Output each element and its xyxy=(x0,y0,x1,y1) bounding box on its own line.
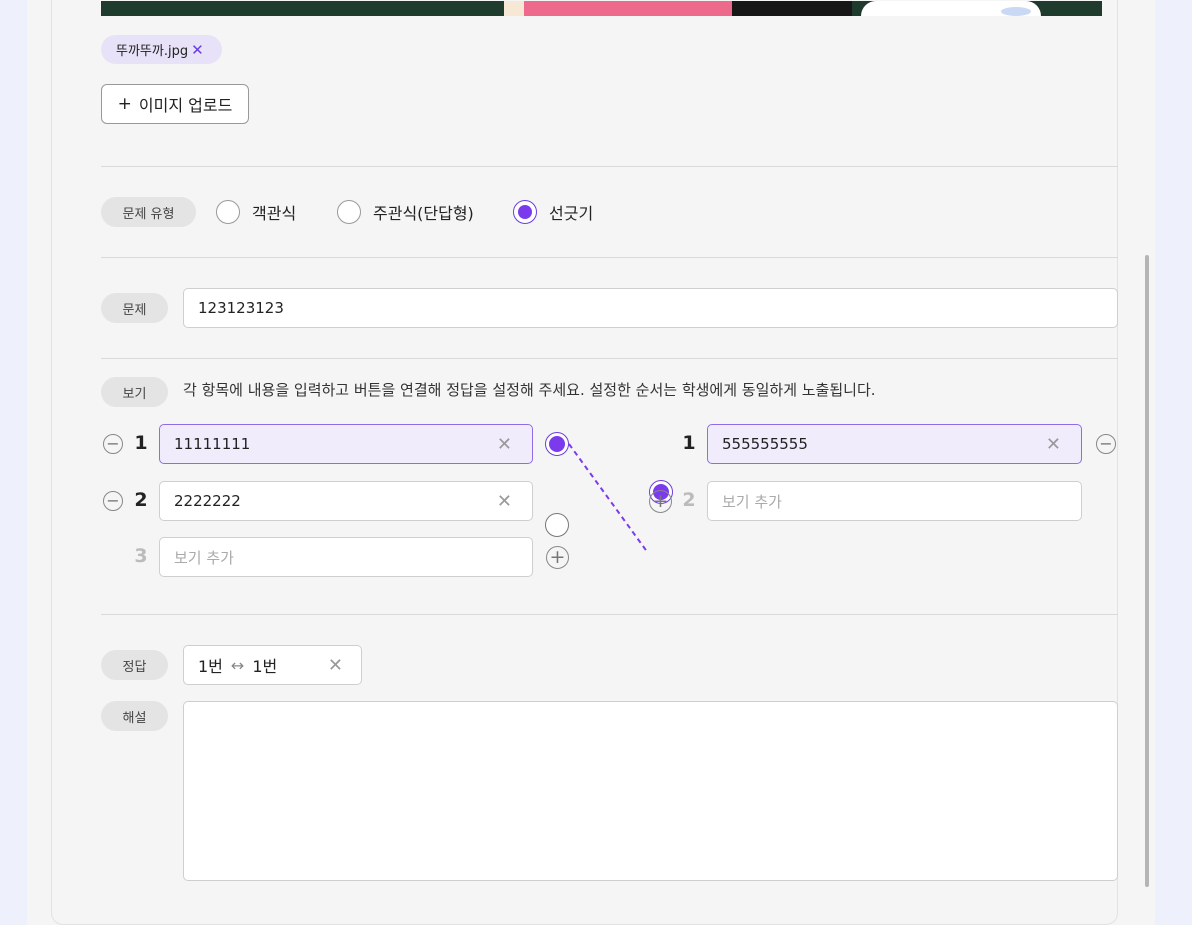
attachment-file-name: 뚜까뚜까.jpg xyxy=(116,44,189,59)
divider xyxy=(101,358,1118,359)
radio-button-selected[interactable] xyxy=(513,200,537,224)
attachment-chip: 뚜까뚜까.jpg ✕ xyxy=(101,35,222,64)
clear-icon[interactable]: ✕ xyxy=(1046,434,1061,455)
answer-right: 1번 xyxy=(252,657,278,676)
plus-icon: + xyxy=(117,94,132,114)
left-choice-value: 2222222 xyxy=(174,492,241,510)
radio-button[interactable] xyxy=(216,200,240,224)
question-label: 문제 xyxy=(101,293,168,323)
minus-circle-icon[interactable]: − xyxy=(103,491,123,511)
image-upload-label: 이미지 업로드 xyxy=(138,96,233,115)
placeholder-text: 보기 추가 xyxy=(722,492,782,511)
bidirectional-arrow-icon: ↔ xyxy=(230,655,245,675)
divider xyxy=(101,614,1118,615)
placeholder-text: 보기 추가 xyxy=(174,548,234,567)
radio-option-matching[interactable]: 선긋기 xyxy=(513,199,593,225)
clear-icon[interactable]: ✕ xyxy=(497,491,512,512)
uploaded-image-preview xyxy=(101,1,1102,16)
radio-option-multiple-choice[interactable]: 객관식 xyxy=(216,199,296,225)
minus-circle-icon[interactable]: − xyxy=(103,434,123,454)
plus-circle-icon[interactable]: + xyxy=(649,490,672,513)
close-icon[interactable]: ✕ xyxy=(191,41,204,59)
add-right-choice-input[interactable]: 보기 추가 xyxy=(707,481,1082,521)
left-choice-input[interactable]: 2222222 ✕ xyxy=(159,481,533,521)
question-value: 123123123 xyxy=(198,299,284,317)
radio-label: 선긋기 xyxy=(549,204,594,223)
scrollbar[interactable] xyxy=(1145,255,1149,887)
answer-pair-box[interactable]: 1번 ↔ 1번 ✕ xyxy=(183,645,362,685)
image-upload-button[interactable]: + 이미지 업로드 xyxy=(101,84,249,124)
explanation-textarea[interactable] xyxy=(183,701,1118,881)
clear-icon[interactable]: ✕ xyxy=(497,434,512,455)
left-choice-number: 2 xyxy=(134,489,148,511)
left-choice-number: 3 xyxy=(134,545,148,567)
add-left-choice-input[interactable]: 보기 추가 xyxy=(159,537,533,577)
explanation-label: 해설 xyxy=(101,701,168,731)
question-type-label: 문제 유형 xyxy=(101,197,196,227)
question-editor-card: 뚜까뚜까.jpg ✕ + 이미지 업로드 문제 유형 객관식 주관식(단답형) xyxy=(51,0,1118,925)
right-choice-input[interactable]: 555555555 ✕ xyxy=(707,424,1082,464)
answer-label: 정답 xyxy=(101,650,168,680)
radio-label: 객관식 xyxy=(252,204,297,223)
left-choice-number: 1 xyxy=(134,432,148,454)
right-choice-number: 1 xyxy=(682,432,696,454)
question-input[interactable]: 123123123 xyxy=(183,288,1118,328)
clear-icon[interactable]: ✕ xyxy=(328,655,343,676)
page-background: 뚜까뚜까.jpg ✕ + 이미지 업로드 문제 유형 객관식 주관식(단답형) xyxy=(27,0,1155,925)
radio-label: 주관식(단답형) xyxy=(373,204,474,223)
choices-instruction: 각 항목에 내용을 입력하고 버튼을 연결해 정답을 설정해 주세요. 설정한 … xyxy=(183,381,876,399)
right-choice-value: 555555555 xyxy=(722,435,808,453)
radio-button[interactable] xyxy=(337,200,361,224)
left-choice-value: 11111111 xyxy=(174,435,251,453)
radio-option-short-answer[interactable]: 주관식(단답형) xyxy=(337,199,474,225)
minus-circle-icon[interactable]: − xyxy=(1096,434,1116,454)
right-choice-number: 2 xyxy=(682,489,696,511)
left-choice-input[interactable]: 11111111 ✕ xyxy=(159,424,533,464)
divider xyxy=(101,257,1118,258)
choices-label: 보기 xyxy=(101,377,168,407)
divider xyxy=(101,166,1118,167)
answer-left: 1번 xyxy=(198,657,223,676)
